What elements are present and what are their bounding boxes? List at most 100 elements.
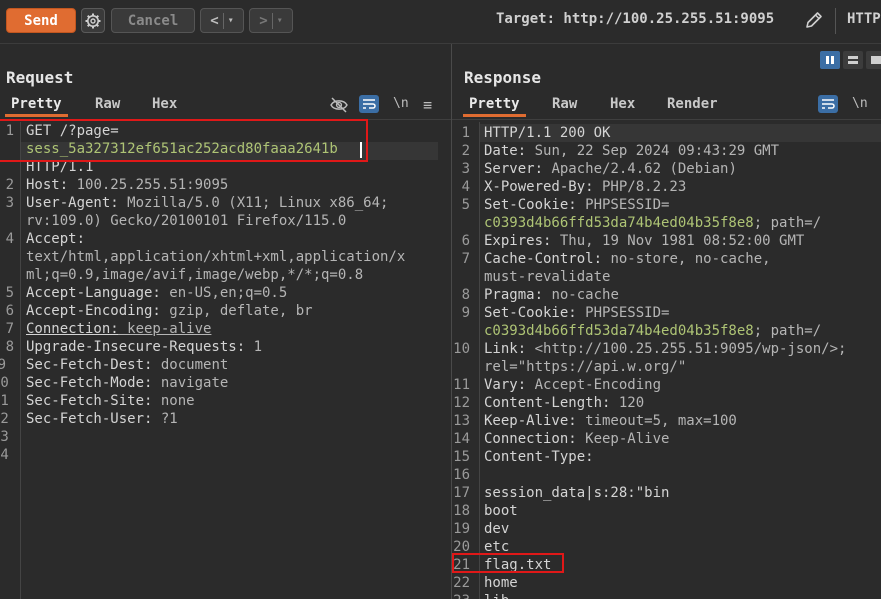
request-line: text/html,application/xhtml+xml,applicat… [26,249,406,265]
line-number: 3 [5,195,14,211]
line-number: 5 [461,197,470,213]
response-line: Content-Length: 120 [484,395,645,411]
line-number: 7 [461,251,470,267]
tab-request-pretty[interactable]: Pretty [5,96,68,117]
tab-request-hex[interactable]: Hex [152,96,177,112]
line-number: 3 [461,161,470,177]
request-line: Accept-Encoding: gzip, deflate, br [26,303,313,319]
line-number: 10 [453,341,470,357]
divider [271,12,273,29]
response-line: Pragma: no-cache [484,287,619,303]
request-editor[interactable]: 1 GET /?page= sess_5a327312ef651ac252acd… [0,119,451,599]
response-tabs: Pretty Raw Hex Render \n [452,93,881,120]
highlight-box-flag-file [452,553,564,573]
response-title: Response [464,68,542,87]
line-number: 18 [453,503,470,519]
request-line: Sec-Fetch-Mode: navigate [26,375,229,391]
line-number: 9 [461,305,470,321]
split-vertical-layout-icon[interactable] [843,51,863,69]
line-number: 13 [453,413,470,429]
tab-request-raw[interactable]: Raw [95,96,120,112]
line-number: 11 [0,393,9,409]
single-pane-layout-icon[interactable] [866,51,881,69]
request-line: ml;q=0.9,image/avif,image/webp,*/*;q=0.8 [26,267,364,283]
response-line: Content-Type: [484,449,594,465]
line-number: 23 [452,592,470,599]
menu-icon[interactable]: ≡ [423,96,432,114]
response-line: Date: Sun, 22 Sep 2024 09:43:29 GMT [484,143,780,159]
target-url: Target: http://100.25.255.51:9095 [496,11,775,27]
response-line: session_data|s:28:"bin [484,485,670,501]
line-number: 4 [461,179,470,195]
chevron-down-icon[interactable]: ▾ [277,15,283,26]
line-number: 13 [0,429,9,445]
request-title: Request [6,68,74,87]
toolbar: Send Cancel < ▾ > ▾ Target: http://100.2… [0,0,881,44]
response-line: X-Powered-By: PHP/8.2.23 [484,179,687,195]
gear-icon [85,13,101,28]
cancel-button[interactable]: Cancel [111,8,195,33]
line-number: 14 [453,431,470,447]
response-line: rel="https://api.w.org/" [484,359,687,375]
hide-eye-icon[interactable] [330,97,348,113]
response-line: c0393d4b66ffd53da74b4ed04b35f8e8; path=/ [484,215,822,231]
line-number: 8 [5,339,14,355]
previous-request-button[interactable]: < ▾ [200,8,244,33]
edit-target-pencil-icon[interactable] [803,9,825,31]
response-line: Connection: Keep-Alive [484,431,670,447]
split-horizontal-layout-icon[interactable] [820,51,840,69]
response-editor[interactable]: 1 HTTP/1.1 200 OK 2 Date: Sun, 22 Sep 20… [452,122,881,599]
line-number: 7 [5,321,14,337]
word-wrap-icon[interactable] [359,95,379,113]
line-number: 16 [453,467,470,483]
response-line: Set-Cookie: PHPSESSID= [484,197,670,213]
line-number: 4 [5,231,14,247]
line-number: 6 [461,233,470,249]
line-number: 22 [453,575,470,591]
next-request-button[interactable]: > ▾ [249,8,293,33]
line-number: 12 [453,395,470,411]
line-number: 2 [5,177,14,193]
line-number: 2 [461,143,470,159]
line-number: 12 [0,411,9,427]
layout-toggle-group [820,51,881,69]
line-number: 6 [5,303,14,319]
show-newlines-icon[interactable]: \n [852,96,868,111]
tab-response-raw[interactable]: Raw [552,96,577,112]
settings-gear-button[interactable] [81,8,105,33]
response-line: Cache-Control: no-store, no-cache, [484,251,771,267]
tab-response-pretty[interactable]: Pretty [463,96,526,117]
response-line: home [484,575,518,591]
response-line: Link: <http://100.25.255.51:9095/wp-json… [484,341,847,357]
response-pane: Response Pretty Raw Hex Render \n 1 HTTP… [452,44,881,599]
word-wrap-icon[interactable] [818,95,838,113]
response-line: Vary: Accept-Encoding [484,377,662,393]
send-button[interactable]: Send [6,8,76,33]
request-line: Accept: [26,231,86,247]
line-number: 17 [453,485,470,501]
request-line: Sec-Fetch-User: ?1 [26,411,178,427]
toolbar-divider [835,8,836,34]
show-newlines-icon[interactable]: \n [393,96,409,111]
http-version-label[interactable]: HTTP [847,11,881,27]
request-tabs: Pretty Raw Hex \n ≡ [0,93,451,120]
line-number: 19 [453,521,470,537]
response-line: c0393d4b66ffd53da74b4ed04b35f8e8; path=/ [484,323,822,339]
request-line: Sec-Fetch-Site: none [26,393,195,409]
line-number: 1 [461,125,470,141]
line-number: 5 [5,285,14,301]
request-line: Accept-Language: en-US,en;q=0.5 [26,285,288,301]
tab-response-hex[interactable]: Hex [610,96,635,112]
response-line: dev [484,521,510,537]
line-number: 11 [453,377,470,393]
response-line: Expires: Thu, 19 Nov 1981 08:52:00 GMT [484,233,805,249]
tab-response-render[interactable]: Render [667,96,718,112]
response-line: Server: Apache/2.4.62 (Debian) [484,161,737,177]
request-line: Connection: keep-alive [26,321,212,337]
request-line: rv:109.0) Gecko/20100101 Firefox/115.0 [26,213,347,229]
chevron-down-icon[interactable]: ▾ [228,15,234,26]
line-number: 14 [0,447,9,463]
line-number: 10 [0,375,9,391]
line-number: 8 [461,287,470,303]
response-line: lib [484,592,509,599]
